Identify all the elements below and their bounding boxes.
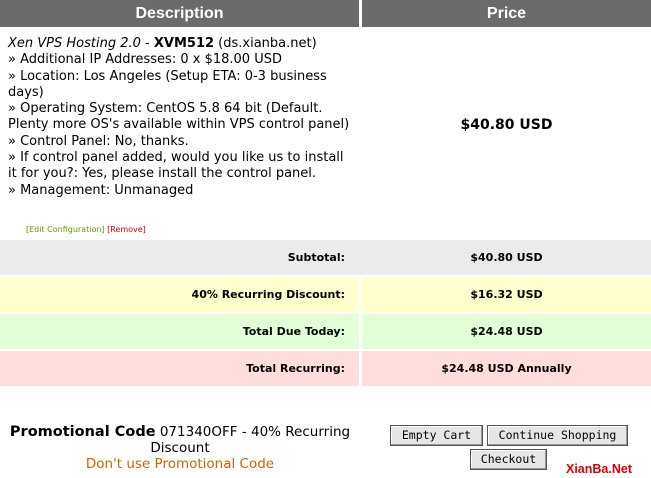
watermark: XianBa.Net [566,460,651,478]
option-additional-ip: » Additional IP Addresses: 0 x $18.00 US… [8,52,282,68]
product-name: XVM512 [153,36,215,51]
discount-row: 40% Recurring Discount: $16.32 USD [0,277,651,312]
cart-item-row: Xen VPS Hosting 2.0 - XVM512 (ds.xianba.… [0,29,651,221]
item-actions-spacer [362,222,651,238]
checkout-button[interactable]: Checkout [470,449,547,470]
promo-code-section: Promotional Code 071340OFF - 40% Recurri… [8,424,352,472]
discount-label: 40% Recurring Discount: [0,277,359,312]
item-price: $40.80 USD [460,117,553,133]
total-due-today-value: $24.48 USD [362,314,651,349]
subtotal-row: Subtotal: $40.80 USD [0,240,651,275]
subtotal-label: Subtotal: [0,240,359,275]
option-control-panel: » Control Panel: No, thanks. [8,133,189,149]
total-due-today-label: Total Due Today: [0,314,359,349]
product-separator: - [140,36,154,51]
continue-shopping-button[interactable]: Continue Shopping [487,425,628,446]
total-due-today-row: Total Due Today: $24.48 USD [0,314,651,349]
remove-item-link[interactable]: [Remove] [107,225,146,234]
item-actions-row: [Edit Configuration] [Remove] [0,222,651,238]
product-domain: (ds.xianba.net) [214,36,317,51]
total-recurring-label: Total Recurring: [0,351,359,386]
promo-code-text: 071340OFF - 40% Recurring Discount [150,424,351,456]
option-location: » Location: Los Angeles (Setup ETA: 0-3 … [8,68,327,100]
cart-table-header: Description Price [0,0,651,27]
item-actions: [Edit Configuration] [Remove] [0,222,359,238]
price-column-header: Price [362,0,651,27]
total-recurring-value: $24.48 USD Annually [362,351,651,386]
description-column-header: Description [0,0,359,27]
option-management: » Management: Unmanaged [8,182,194,198]
subtotal-value: $40.80 USD [362,240,651,275]
total-recurring-row: Total Recurring: $24.48 USD Annually [0,351,651,386]
remove-promo-link[interactable]: Don't use Promotional Code [8,456,352,472]
promo-code-label: Promotional Code [9,424,156,440]
option-install-control-panel: » If control panel added, would you like… [8,150,344,182]
empty-cart-button[interactable]: Empty Cart [390,425,483,446]
product-group: Xen VPS Hosting 2.0 [8,36,141,51]
edit-configuration-link[interactable]: [Edit Configuration] [26,225,105,234]
discount-value: $16.32 USD [362,277,651,312]
item-description: Xen VPS Hosting 2.0 - XVM512 (ds.xianba.… [0,29,359,221]
option-operating-system: » Operating System: CentOS 5.8 64 bit (D… [8,101,350,133]
